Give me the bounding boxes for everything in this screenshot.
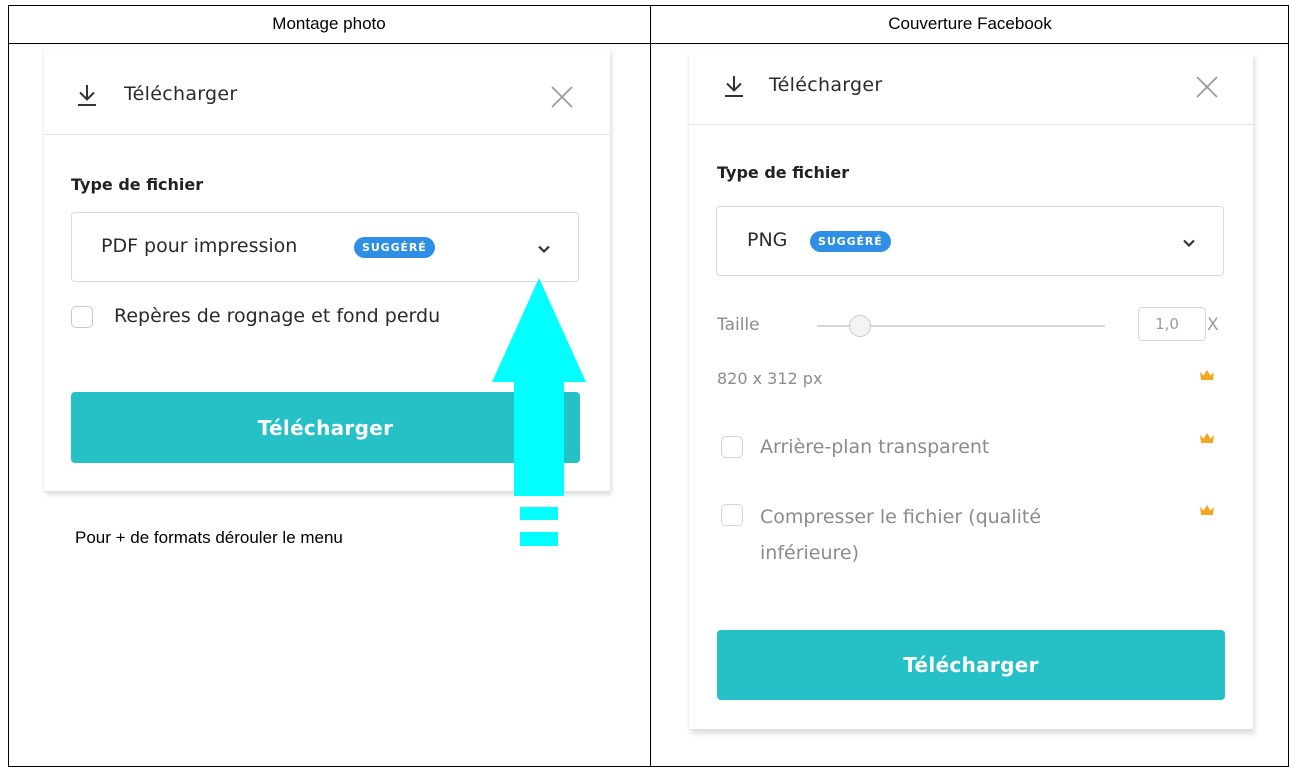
file-type-select[interactable]: PNG SUGGÉRÉ	[716, 206, 1224, 276]
close-icon[interactable]	[549, 84, 575, 110]
file-type-label: Type de fichier	[71, 175, 204, 194]
transparent-bg-label: Arrière-plan transparent	[760, 436, 990, 458]
compress-label-line1: Compresser le fichier (qualité	[760, 506, 1042, 528]
size-unit: X	[1207, 315, 1219, 335]
panel-header: Télécharger	[689, 52, 1253, 125]
close-icon[interactable]	[1194, 74, 1220, 100]
dimensions-text: 820 x 312 px	[717, 369, 823, 388]
chevron-down-icon	[1183, 239, 1195, 248]
panel-title: Télécharger	[769, 74, 883, 96]
panel-title: Télécharger	[124, 83, 238, 105]
chevron-down-icon	[538, 245, 550, 254]
size-label: Taille	[717, 315, 760, 335]
crown-icon	[1200, 370, 1214, 380]
download-icon	[725, 76, 743, 97]
file-type-select[interactable]: PDF pour impression SUGGÉRÉ	[71, 212, 579, 282]
size-value: 1,0	[1155, 315, 1179, 333]
annotation-note: Pour + de formats dérouler le menu	[75, 528, 343, 547]
download-panel-facebook: Télécharger Type de fichier PNG SUGGÉRÉ …	[689, 52, 1253, 730]
crown-icon	[1200, 505, 1214, 515]
compress-checkbox[interactable]	[721, 504, 743, 526]
column-header-facebook: Couverture Facebook	[888, 14, 1052, 33]
compress-label-line2: inférieure)	[760, 542, 860, 564]
table-column-divider	[650, 5, 651, 767]
arrow-up-icon	[492, 278, 586, 546]
download-icon	[78, 85, 96, 106]
suggested-badge: SUGGÉRÉ	[354, 237, 435, 258]
panel-header: Télécharger	[44, 49, 610, 135]
transparent-bg-checkbox[interactable]	[721, 436, 743, 458]
crown-icon	[1200, 433, 1214, 443]
file-type-value: PDF pour impression	[101, 235, 298, 257]
size-slider[interactable]	[817, 314, 1105, 338]
size-input[interactable]: 1,0	[1138, 307, 1206, 341]
slider-thumb[interactable]	[849, 315, 871, 337]
crop-marks-label: Repères de rognage et fond perdu	[114, 305, 441, 327]
column-header-montage: Montage photo	[272, 14, 386, 33]
file-type-label: Type de fichier	[717, 163, 850, 182]
suggested-badge: SUGGÉRÉ	[810, 231, 891, 252]
table-header-divider	[8, 43, 1289, 44]
file-type-value: PNG	[747, 229, 788, 251]
download-button[interactable]: Télécharger	[717, 630, 1225, 700]
crop-marks-checkbox[interactable]	[71, 306, 93, 328]
